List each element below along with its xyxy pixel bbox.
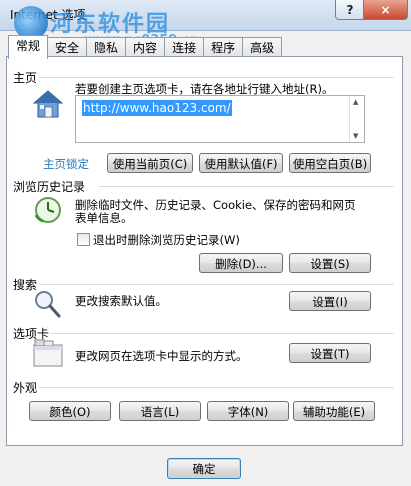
accessibility-button[interactable]: 辅助功能(E) [293,401,375,421]
use-default-button[interactable]: 使用默认值(F) [199,153,283,173]
window-title: Internet 选项 [10,8,86,22]
scroll-down-arrow-icon[interactable]: ▼ [353,132,358,140]
tab-advanced[interactable]: 高级 [242,37,283,58]
scroll-up-arrow-icon[interactable]: ▲ [353,98,358,106]
tab-programs[interactable]: 程序 [203,37,244,58]
home-url-textarea[interactable]: http://www.hao123.com/ ▲ ▼ [75,95,365,143]
delete-on-exit-label[interactable]: 退出时删除浏览历史记录(W) [93,232,240,248]
use-current-button[interactable]: 使用当前页(C) [107,153,193,173]
ok-button[interactable]: 确定 [167,458,241,479]
history-description-line2: 表单信息。 [75,211,133,225]
magnifier-icon [33,289,61,319]
languages-button[interactable]: 语言(L) [119,401,201,421]
history-section-divider [99,186,394,187]
history-clock-icon [33,195,63,225]
tab-strip: 常规 安全 隐私 内容 连接 程序 高级 [8,35,283,59]
history-settings-button[interactable]: 设置(S) [289,253,371,273]
home-locked-link[interactable]: 主页锁定 [43,156,89,172]
tab-security[interactable]: 安全 [47,37,88,58]
delete-on-exit-checkbox[interactable] [77,233,90,246]
search-settings-button[interactable]: 设置(I) [289,291,371,311]
tab-content[interactable]: 内容 [125,37,166,58]
dialog-footer: 确定 [0,448,411,486]
delete-history-button[interactable]: 删除(D)... [199,253,283,273]
general-tab-panel: 主页 若要创建主页选项卡，请在各地址行键入地址(R)。 http://www.h… [6,56,403,446]
tabbed-window-icon [33,339,63,367]
tabs-settings-button[interactable]: 设置(T) [289,343,371,363]
help-button[interactable]: ? [335,0,365,20]
home-url-value: http://www.hao123.com/ [82,100,232,116]
search-section-divider [39,284,394,285]
history-section-label: 浏览历史记录 [13,180,86,194]
url-scrollbar[interactable]: ▲ ▼ [349,96,364,142]
tab-general[interactable]: 常规 [8,35,49,59]
tab-privacy[interactable]: 隐私 [86,37,127,58]
house-icon [31,87,65,121]
tab-connections[interactable]: 连接 [164,37,205,58]
close-button[interactable]: × [363,0,408,20]
search-description: 更改搜索默认值。 [75,294,167,308]
appearance-section-label: 外观 [13,381,38,395]
internet-options-dialog: Internet 选项 ? × 河东软件园 www.pc0359.cn 常规 安… [0,0,411,486]
title-bar[interactable]: Internet 选项 ? × [0,0,411,31]
tabs-description: 更改网页在选项卡中显示的方式。 [75,349,248,363]
tabs-section-divider [51,333,394,334]
colors-button[interactable]: 颜色(O) [29,401,111,421]
home-section-label: 主页 [13,71,38,85]
home-section-divider [39,77,394,78]
use-blank-button[interactable]: 使用空白页(B) [289,153,371,173]
appearance-section-divider [39,387,394,388]
fonts-button[interactable]: 字体(N) [207,401,289,421]
